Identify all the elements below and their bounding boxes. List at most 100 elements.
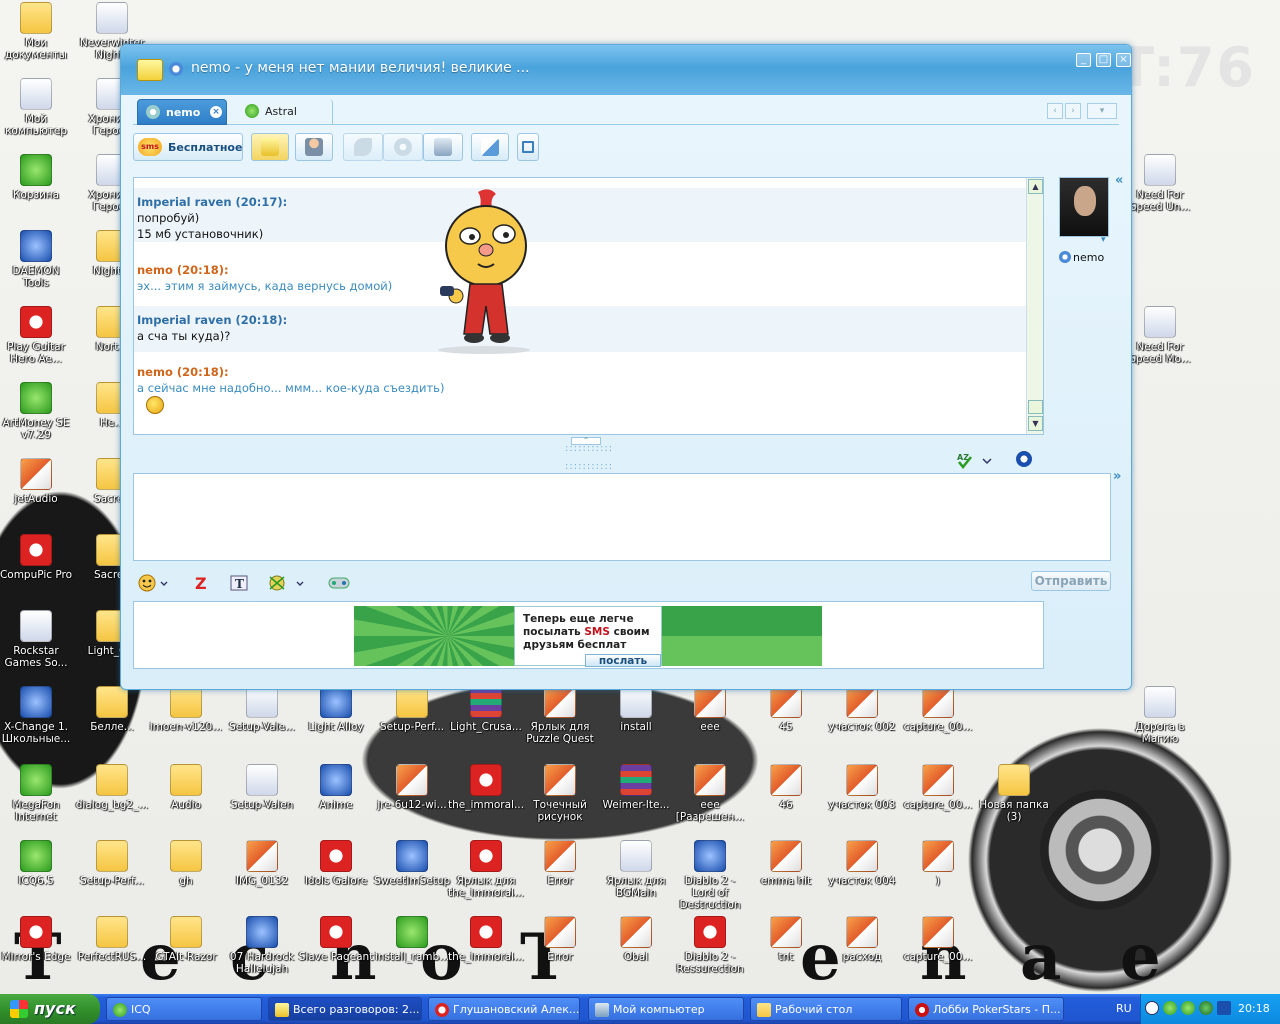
desktop-icon[interactable]: X-Change 1. Школьные... [0,686,74,745]
desktop-icon[interactable]: Anime [298,764,374,811]
taskbar-item-conversations[interactable]: Всего разговоров: 2... [268,997,422,1021]
desktop-icon[interactable]: capture_00... [900,764,976,811]
desktop-icon[interactable]: Slave Pageant [298,916,374,963]
icq-tray-icon[interactable] [1181,1001,1195,1015]
language-indicator[interactable]: RU [1116,1002,1132,1015]
network-tray-icon[interactable] [1199,1001,1213,1015]
splitter-grip[interactable]: ::::::::::: [565,461,613,472]
desktop-icon[interactable]: Idols Galore [298,840,374,887]
avatar-menu-icon[interactable]: ▾ [1101,235,1106,245]
detach-window-button[interactable] [517,133,539,161]
desktop-icon[interactable]: jetAudio [0,458,74,505]
desktop-icon[interactable]: Error [522,840,598,887]
desktop-icon[interactable]: Setup-Perf... [374,686,450,733]
send-file-button[interactable] [471,133,509,161]
desktop-icon[interactable]: jre-6u12-wi... [374,764,450,811]
desktop-icon[interactable]: 45 [748,686,824,733]
desktop-icon[interactable]: GTAIt-Razor [148,916,224,963]
taskbar-item-pokerstars[interactable]: Лобби PokerStars - П... [908,997,1064,1021]
ad-banner[interactable]: Теперь еще легче посылать SMS своим друз… [133,601,1044,669]
minimize-button[interactable]: _ [1076,53,1091,67]
desktop-icon[interactable]: MegaFon Internet [0,764,74,823]
desktop-icon[interactable]: Белле... [74,686,150,733]
sms-button[interactable]: sms Бесплатное [133,133,243,161]
desktop-icon[interactable]: 07 Hardrock Hallelujah [224,916,300,975]
splitter-grip[interactable]: ::::::::::: [565,443,613,454]
ad-image[interactable]: Теперь еще легче посылать SMS своим друз… [354,606,822,667]
title-bar[interactable]: nemo - у меня нет мании величия! великие… [121,45,1131,95]
video-button[interactable] [383,133,423,161]
contact-menu-icon[interactable]: ▾ [1087,103,1117,119]
taskbar-item-my-computer[interactable]: Мой компьютер [588,997,744,1021]
desktop-icon[interactable]: tnt [748,916,824,963]
call-phone-button[interactable] [423,133,463,161]
desktop-icon[interactable]: Setup-Perf... [74,840,150,887]
text-format-icon[interactable]: T [229,573,249,593]
scroll-thumb[interactable] [1028,400,1043,414]
expand-input-icon[interactable]: » [1113,469,1121,484]
desktop-icon[interactable]: Play Guitar Hero Ae... [0,306,74,365]
desktop-icon[interactable]: Setup-Vale... [224,686,300,733]
desktop-icon[interactable]: ICQ6.5 [0,840,74,887]
scroll-down-icon[interactable]: ▼ [1028,416,1043,431]
spellcheck-icon[interactable]: AZ [957,451,997,469]
desktop-icon[interactable]: Audio [148,764,224,811]
desktop-icon[interactable]: Need For Speed Mo... [1122,306,1198,365]
desktop-icon[interactable]: install_ramb... [374,916,450,963]
icq-tray-icon[interactable] [1163,1001,1177,1015]
desktop-icon[interactable]: Diablo 2 - Lord of Destruction [672,840,748,911]
desktop-icon[interactable]: the_immoral... [448,764,524,811]
desktop-icon[interactable]: install [598,686,674,733]
desktop-icon[interactable]: Мой компьютер [0,78,74,137]
games-icon[interactable] [327,573,351,593]
blog-icon[interactable] [1016,451,1032,467]
send-button[interactable]: Отправить [1031,571,1111,591]
desktop-icon[interactable]: ArtMoney SE v7.29 [0,382,74,441]
contact-info-button[interactable] [295,133,333,161]
desktop-icon[interactable]: Ярлык для BGMain [598,840,674,899]
desktop-icon[interactable]: emma hit [748,840,824,887]
desktop-icon[interactable]: Ярлык для the_immoral... [448,840,524,899]
taskbar-item-desktop-folder[interactable]: Рабочий стол [750,997,902,1021]
taskbar-item-icq[interactable]: ICQ [106,997,262,1021]
desktop-icon[interactable]: Obal [598,916,674,963]
desktop-icon[interactable]: Light Alloy [298,686,374,733]
desktop-icon[interactable]: Diablo 2 - Ressurection [672,916,748,975]
message-history[interactable]: Imperial raven (20:17): попробуй) 15 мб … [133,177,1044,435]
close-button[interactable]: × [1116,53,1131,67]
tab-next-icon[interactable]: › [1065,103,1081,119]
collapse-sidebar-icon[interactable]: « [1115,173,1123,188]
desktop-icon[interactable]: Rockstar Games So... [0,610,74,669]
history-scrollbar[interactable]: ▲ ▼ [1026,178,1043,434]
taskbar-item-opera[interactable]: Глушановский Алек... [428,997,580,1021]
desktop-icon[interactable]: gh [148,840,224,887]
desktop-icon[interactable]: capture_00... [900,916,976,963]
desktop-icon[interactable]: участок 002 [824,686,900,733]
desktop-icon[interactable]: Weimer-Ite... [598,764,674,811]
maximize-button[interactable]: □ [1096,53,1111,67]
desktop-icon[interactable]: DAEMON Tools [0,230,74,289]
desktop-icon[interactable]: Мои документы [0,2,74,61]
tab-prev-icon[interactable]: ‹ [1047,103,1063,119]
history-button[interactable] [251,133,289,161]
desktop-icon[interactable]: the_immoral... [448,916,524,963]
desktop-icon[interactable]: eee [672,686,748,733]
desktop-icon[interactable]: 46 [748,764,824,811]
contact-avatar[interactable] [1059,177,1109,237]
start-button[interactable]: пуск [0,994,100,1024]
desktop-icon[interactable]: Light_Crusa... [448,686,524,733]
desktop-icon[interactable]: eee [Разрешен... [672,764,748,823]
desktop-icon[interactable]: Точечный рисунок [522,764,598,823]
desktop-icon[interactable]: участок 003 [824,764,900,811]
tab-nemo[interactable]: nemo × [137,99,227,125]
desktop-icon[interactable]: ) [900,840,976,887]
desktop-icon[interactable]: SweetImSetup [374,840,450,887]
desktop-icon[interactable]: IMG_0132 [224,840,300,887]
desktop-icon[interactable]: Ярлык для Puzzle Quest [522,686,598,745]
desktop-icon[interactable]: CompuPic Pro [0,534,74,581]
nudge-icon[interactable]: Z [191,573,211,593]
desktop-icon[interactable]: PerfectRUS... [74,916,150,963]
tray-expand-icon[interactable] [1145,1001,1159,1015]
desktop-icon[interactable]: участок 004 [824,840,900,887]
desktop-icon[interactable]: Новая папка (3) [976,764,1052,823]
